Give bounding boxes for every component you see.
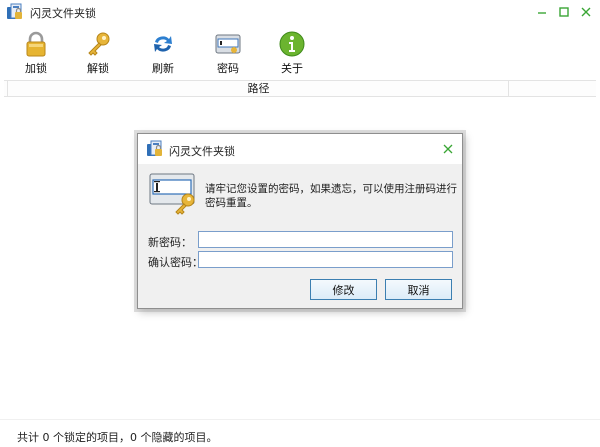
password-label: 密码 <box>217 62 239 75</box>
maximize-icon <box>559 7 569 17</box>
new-password-input[interactable] <box>198 231 453 248</box>
status-bar: 共计 0 个锁定的项目，0 个隐藏的项目。 <box>0 419 600 447</box>
password-key-icon <box>149 173 195 215</box>
dialog-title-bar: 闪灵文件夹锁 <box>138 134 462 164</box>
unlock-label: 解锁 <box>87 62 109 75</box>
column-header-path[interactable]: 路径 <box>9 81 509 96</box>
minimize-button[interactable] <box>530 0 554 24</box>
app-folder-lock-icon <box>7 3 22 19</box>
new-password-label: 新密码： <box>148 236 192 249</box>
padlock-icon <box>26 31 46 57</box>
list-header: 路径 <box>4 80 596 97</box>
app-folder-lock-icon <box>147 140 162 156</box>
lock-label: 加锁 <box>25 62 47 75</box>
password-card-icon <box>215 34 241 54</box>
unlock-button[interactable]: 解锁 <box>76 26 120 76</box>
refresh-button[interactable]: 刷新 <box>141 26 185 76</box>
close-button[interactable] <box>574 0 598 24</box>
maximize-button[interactable] <box>552 0 576 24</box>
key-icon <box>88 32 110 56</box>
cancel-button[interactable]: 取消 <box>385 279 452 300</box>
refresh-label: 刷新 <box>152 62 174 75</box>
dialog-message: 请牢记您设置的密码，如果遗忘，可以使用注册码进行密码重置。 <box>205 183 457 209</box>
change-password-dialog: 闪灵文件夹锁 请牢记您设置的密码，如果遗忘，可以使用注册码进行密码重置。 新密码… <box>137 133 463 309</box>
close-icon <box>443 144 453 154</box>
modify-button[interactable]: 修改 <box>310 279 377 300</box>
confirm-password-input[interactable] <box>198 251 453 268</box>
window-title: 闪灵文件夹锁 <box>30 7 96 20</box>
column-header-first[interactable] <box>4 81 8 96</box>
refresh-icon <box>154 36 172 52</box>
toolbar: 加锁 解锁 刷新 密码 关于 <box>0 26 600 78</box>
status-text: 共计 0 个锁定的项目，0 个隐藏的项目。 <box>17 431 218 444</box>
dialog-close-button[interactable] <box>440 141 456 157</box>
close-icon <box>581 7 591 17</box>
minimize-icon <box>538 12 546 14</box>
title-bar: 闪灵文件夹锁 <box>0 0 600 24</box>
info-icon <box>279 31 305 57</box>
confirm-password-label: 确认密码： <box>148 256 203 269</box>
password-button[interactable]: 密码 <box>206 26 250 76</box>
lock-button[interactable]: 加锁 <box>14 26 58 76</box>
about-button[interactable]: 关于 <box>270 26 314 76</box>
about-label: 关于 <box>281 62 303 75</box>
dialog-body: 请牢记您设置的密码，如果遗忘，可以使用注册码进行密码重置。 新密码： 确认密码：… <box>138 164 462 308</box>
dialog-title: 闪灵文件夹锁 <box>169 145 235 158</box>
